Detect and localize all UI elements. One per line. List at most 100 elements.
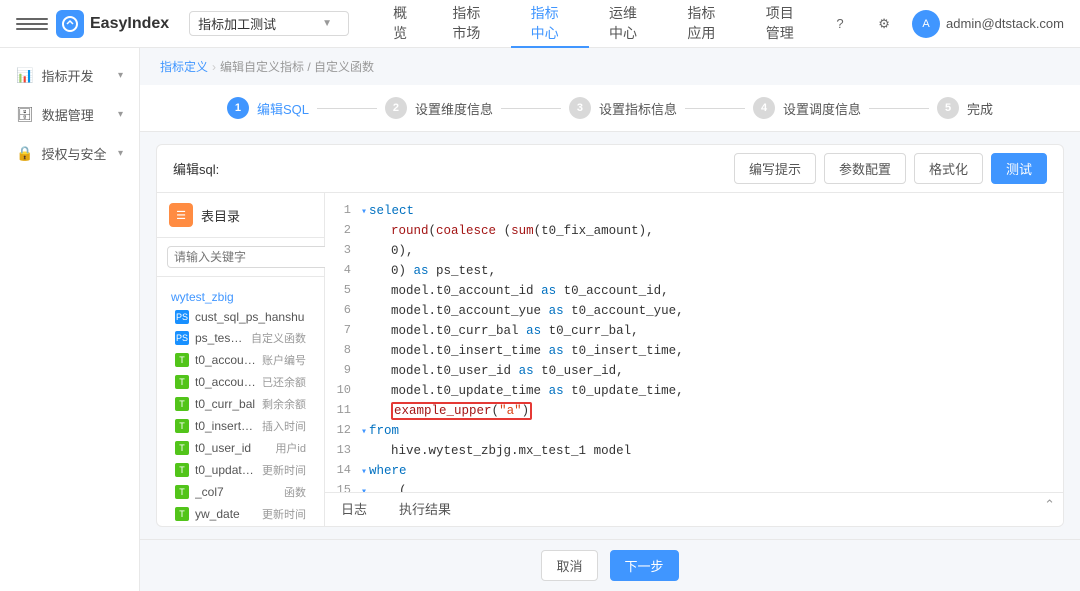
- item-type-icon: T: [175, 463, 189, 477]
- code-line-13: 13 hive.wytest_zbjg.mx_test_1 model: [325, 441, 1063, 461]
- step-4: 4 设置调度信息: [753, 97, 861, 119]
- list-item[interactable]: T _col7 函数: [167, 481, 314, 503]
- sidebar-label-metric-dev: 指标开发: [41, 66, 93, 85]
- table-search-input[interactable]: [167, 246, 336, 268]
- table-directory: ☰ 表目录 🔍 wytest_zbig PS cust_sql_ps_hansh…: [157, 193, 325, 526]
- avatar: A: [912, 10, 940, 38]
- help-icon[interactable]: ?: [824, 8, 856, 40]
- nav-overview[interactable]: 概览: [373, 0, 432, 48]
- dir-group: wytest_zbig PS cust_sql_ps_hanshu PS ps_…: [157, 283, 324, 526]
- editor-label: 编辑sql:: [173, 159, 219, 178]
- content-area: 指标定义 › 编辑自定义指标 / 自定义函数 1 编辑SQL 2 设置维度信息 …: [140, 48, 1080, 591]
- search-box[interactable]: ▼: [189, 11, 349, 36]
- step-connector-3: [685, 108, 745, 109]
- list-item[interactable]: PS ps_test_hanshu 自定义函数: [167, 327, 314, 349]
- tab-result[interactable]: 执行结果: [383, 493, 467, 526]
- list-item[interactable]: T t0_account_id 账户编号: [167, 349, 314, 371]
- search-input[interactable]: [198, 16, 318, 31]
- item-type-icon: T: [175, 507, 189, 521]
- step-2: 2 设置维度信息: [385, 97, 493, 119]
- expand-icon[interactable]: ▾: [361, 207, 367, 218]
- nav-market[interactable]: 指标市场: [432, 0, 510, 48]
- write-hint-button[interactable]: 编写提示: [734, 153, 816, 184]
- list-item[interactable]: T t0_user_id 用户id: [167, 437, 314, 459]
- menu-icon[interactable]: [16, 18, 48, 30]
- list-item[interactable]: T t0_insert_time 插入时间: [167, 415, 314, 437]
- table-dir-list: wytest_zbig PS cust_sql_ps_hanshu PS ps_…: [157, 277, 324, 526]
- format-button[interactable]: 格式化: [914, 153, 983, 184]
- main-layout: 📊 指标开发 ▾ 🗄 数据管理 ▾ 🔒 授权与安全 ▾ 指标定义 › 编辑自定义…: [0, 48, 1080, 591]
- item-desc: 用户id: [275, 440, 306, 456]
- table-dir-header: ☰ 表目录: [157, 193, 324, 238]
- top-nav: EasyIndex ▼ 概览 指标市场 指标中心 运维中心 指标应用 项目管理 …: [0, 0, 1080, 48]
- user-menu[interactable]: A admin@dtstack.com: [912, 10, 1064, 38]
- app-logo: EasyIndex: [56, 10, 169, 38]
- code-line-1: 1 ▾select: [325, 201, 1063, 221]
- table-dir-title: 表目录: [201, 206, 240, 225]
- item-type-icon: T: [175, 397, 189, 411]
- code-line-4: 4 0) as ps_test,: [325, 261, 1063, 281]
- item-name: t0_curr_bal: [195, 397, 256, 411]
- table-dir-icon: ☰: [169, 203, 193, 227]
- test-button[interactable]: 测试: [991, 153, 1047, 184]
- breadcrumb-link-1[interactable]: 指标定义: [160, 58, 208, 75]
- metric-dev-icon: 📊: [16, 67, 33, 84]
- bottom-tabs: 日志 执行结果 ⌃: [325, 492, 1063, 526]
- code-line-8: 8 model.t0_insert_time as t0_insert_time…: [325, 341, 1063, 361]
- list-item[interactable]: T t0_curr_bal 剩余余额: [167, 393, 314, 415]
- expand-icon[interactable]: ▾: [361, 427, 367, 438]
- code-line-5: 5 model.t0_account_id as t0_account_id,: [325, 281, 1063, 301]
- item-name: ps_test_hanshu: [195, 331, 245, 345]
- expand-icon[interactable]: ▾: [361, 467, 367, 478]
- nav-links: 概览 指标市场 指标中心 运维中心 指标应用 项目管理: [373, 0, 824, 48]
- sidebar-item-auth-security[interactable]: 🔒 授权与安全 ▾: [0, 134, 139, 173]
- sidebar-label-auth: 授权与安全: [41, 144, 106, 163]
- search-dropdown-icon[interactable]: ▼: [322, 18, 332, 29]
- username: admin@dtstack.com: [946, 16, 1064, 31]
- logo-icon: [56, 10, 84, 38]
- list-item[interactable]: T yw_date 更新时间: [167, 503, 314, 525]
- sidebar-item-metric-dev[interactable]: 📊 指标开发 ▾: [0, 56, 139, 95]
- step-connector-1: [317, 108, 377, 109]
- nav-project[interactable]: 项目管理: [746, 0, 824, 48]
- step-3-circle: 3: [569, 97, 591, 119]
- data-mgmt-icon: 🗄: [16, 106, 34, 123]
- collapse-icon[interactable]: ⌃: [1036, 493, 1063, 526]
- dir-group-name[interactable]: wytest_zbig: [167, 287, 314, 307]
- nav-center[interactable]: 指标中心: [511, 0, 589, 48]
- code-line-2: 2 round(coalesce (sum(t0_fix_amount),: [325, 221, 1063, 241]
- step-5-circle: 5: [937, 97, 959, 119]
- cancel-button[interactable]: 取消: [541, 550, 597, 581]
- step-3: 3 设置指标信息: [569, 97, 677, 119]
- code-line-10: 10 model.t0_update_time as t0_update_tim…: [325, 381, 1063, 401]
- tab-log[interactable]: 日志: [325, 493, 383, 526]
- item-type-icon: PS: [175, 331, 189, 345]
- nav-apply[interactable]: 指标应用: [667, 0, 745, 48]
- step-1-label: 编辑SQL: [257, 99, 309, 118]
- nav-ops[interactable]: 运维中心: [589, 0, 667, 48]
- step-connector-4: [869, 108, 929, 109]
- code-line-7: 7 model.t0_curr_bal as t0_curr_bal,: [325, 321, 1063, 341]
- params-config-button[interactable]: 参数配置: [824, 153, 906, 184]
- list-item[interactable]: T pk 主键: [167, 525, 314, 526]
- code-line-14: 14 ▾where: [325, 461, 1063, 481]
- item-name: t0_account_yue: [195, 375, 256, 389]
- step-4-circle: 4: [753, 97, 775, 119]
- item-name: _col7: [195, 485, 278, 499]
- step-1-circle: 1: [227, 97, 249, 119]
- item-desc: 函数: [284, 484, 306, 500]
- sql-code-area[interactable]: 1 ▾select 2 round(coalesce (sum(t0_fix_a…: [325, 193, 1063, 492]
- sql-editor[interactable]: 1 ▾select 2 round(coalesce (sum(t0_fix_a…: [325, 193, 1063, 526]
- list-item[interactable]: T t0_update_time 更新时间: [167, 459, 314, 481]
- item-desc: 更新时间: [262, 506, 306, 522]
- list-item[interactable]: PS cust_sql_ps_hanshu: [167, 307, 314, 327]
- item-desc: 更新时间: [262, 462, 306, 478]
- code-line-9: 9 model.t0_user_id as t0_user_id,: [325, 361, 1063, 381]
- next-button[interactable]: 下一步: [610, 550, 679, 581]
- sidebar-item-data-mgmt[interactable]: 🗄 数据管理 ▾: [0, 95, 139, 134]
- chevron-down-icon: ▾: [118, 70, 123, 81]
- item-name: cust_sql_ps_hanshu: [195, 310, 306, 324]
- settings-icon[interactable]: ⚙: [868, 8, 900, 40]
- item-type-icon: T: [175, 441, 189, 455]
- list-item[interactable]: T t0_account_yue 已还余额: [167, 371, 314, 393]
